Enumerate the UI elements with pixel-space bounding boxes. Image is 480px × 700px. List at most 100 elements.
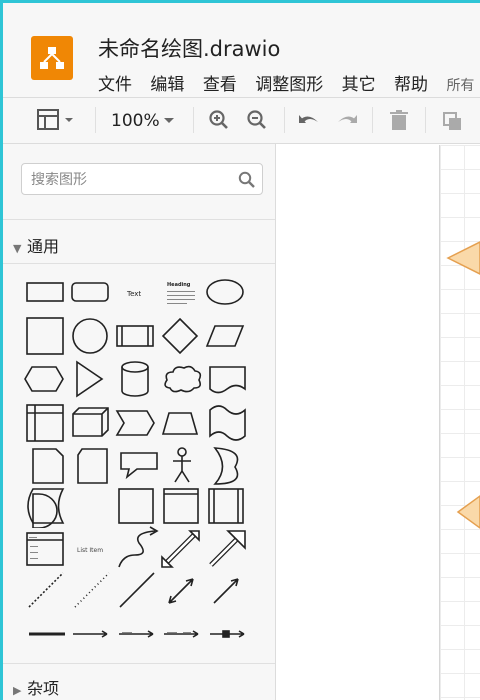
connector-label-text [167, 632, 177, 633]
menu-extras[interactable]: 其它 [342, 70, 376, 95]
menu-arrange[interactable]: 调整图形 [255, 70, 323, 95]
heading-shape-label[interactable]: Heading [167, 282, 191, 288]
parallelogram-shape[interactable] [205, 325, 245, 347]
callout-shape[interactable] [120, 452, 158, 480]
or-shape[interactable] [213, 447, 239, 485]
dashed-line-shape[interactable] [28, 572, 64, 608]
caret-down-icon: ▼ [13, 242, 22, 255]
dotted-line-shape[interactable] [74, 572, 110, 608]
link-shape[interactable] [73, 630, 108, 638]
directional-connector-shape[interactable] [213, 578, 239, 604]
square-shape[interactable] [26, 317, 64, 355]
curve-shape[interactable] [118, 530, 156, 568]
menu-edit[interactable]: 编辑 [150, 70, 184, 95]
toolbar-separator [425, 107, 426, 133]
toolbar-separator [95, 107, 96, 133]
process-shape[interactable] [116, 325, 154, 347]
undo-button[interactable] [296, 107, 322, 133]
shape-palette-lower: List Item [26, 488, 246, 638]
internal-storage-shape[interactable] [26, 404, 64, 442]
card-shape[interactable] [77, 448, 108, 484]
document-title[interactable]: 未命名绘图.drawio [98, 33, 280, 63]
redo-button[interactable] [334, 107, 360, 133]
drawio-logo [31, 36, 73, 80]
circle-shape[interactable] [72, 318, 108, 354]
connector-symbol [222, 630, 230, 638]
bidirectional-connector-shape[interactable] [168, 578, 194, 604]
to-front-icon [443, 112, 461, 130]
canvas-page[interactable] [439, 145, 480, 700]
chevron-down-icon [164, 118, 174, 123]
to-front-button[interactable] [441, 107, 465, 133]
step-shape[interactable] [115, 410, 155, 436]
data-storage-shape[interactable] [27, 488, 65, 524]
shape-search-input[interactable] [29, 169, 233, 191]
ellipse-shape[interactable] [206, 279, 244, 305]
menu-view[interactable]: 查看 [203, 70, 237, 95]
tape-shape[interactable] [209, 405, 246, 441]
delete-button[interactable] [387, 107, 411, 133]
format-panel-button[interactable] [36, 107, 80, 133]
toolbar-separator [193, 107, 194, 133]
menu-file[interactable]: 文件 [98, 70, 132, 95]
container-shape[interactable] [118, 488, 154, 524]
arrow-shape[interactable] [209, 530, 246, 567]
diamond-shape[interactable] [161, 317, 199, 355]
connector-with-labels-shape[interactable] [164, 630, 199, 638]
menu-help[interactable]: 帮助 [394, 70, 428, 95]
toolbar-separator [284, 107, 285, 133]
cylinder-shape[interactable] [121, 361, 149, 397]
actor-shape[interactable] [173, 447, 191, 483]
list-header-text [29, 537, 37, 538]
section-misc-header[interactable]: ▶ 杂项 [13, 675, 59, 699]
textbox-lines [167, 291, 195, 304]
connector-with-label-shape[interactable] [119, 630, 154, 638]
line-shape[interactable] [119, 572, 155, 608]
cube-shape[interactable] [72, 407, 109, 437]
list-row-text [30, 558, 38, 559]
canvas-shape[interactable] [446, 238, 480, 278]
toolbar: 100% [3, 98, 480, 144]
canvas-shape[interactable] [456, 490, 480, 534]
shapes-sidebar: ▼ 通用 [3, 144, 276, 700]
app-header: 未命名绘图.drawio 文件 编辑 查看 调整图形 其它 帮助 所有 [3, 3, 480, 98]
sidebar-divider [3, 663, 275, 664]
save-status[interactable]: 所有 [446, 75, 474, 95]
undo-icon [299, 115, 318, 123]
bidirectional-arrow-shape[interactable] [161, 530, 200, 568]
document-shape[interactable] [209, 366, 246, 394]
list-row-text [30, 552, 38, 553]
zoom-level[interactable]: 100% [111, 111, 160, 131]
cloud-shape[interactable] [164, 365, 202, 393]
search-icon[interactable] [238, 171, 256, 189]
menu-bar: 文件 编辑 查看 调整图形 其它 帮助 所有 [98, 70, 474, 95]
hexagon-shape[interactable] [24, 366, 64, 392]
shape-search-box [21, 163, 263, 195]
rounded-rectangle-shape[interactable] [71, 282, 109, 302]
caret-right-icon: ▶ [13, 684, 22, 697]
list-row-text [30, 546, 38, 547]
delete-icon [390, 110, 408, 130]
zoom-out-icon [247, 110, 266, 129]
swimlane-shape[interactable] [163, 488, 199, 524]
sidebar-divider [3, 219, 275, 220]
section-general-header[interactable]: ▼ 通用 [13, 233, 59, 257]
triangle-shape[interactable] [76, 360, 104, 398]
sidebar-divider [3, 263, 275, 264]
toolbar-separator [372, 107, 373, 133]
rectangle-shape[interactable] [26, 282, 64, 302]
zoom-in-icon [209, 110, 228, 129]
note-shape[interactable] [32, 448, 64, 484]
connector-label-text [183, 632, 191, 633]
format-panel-icon [37, 109, 73, 130]
section-general-label: 通用 [27, 237, 60, 256]
list-item-label[interactable]: List Item [77, 547, 103, 554]
zoom-dropdown[interactable] [163, 107, 177, 133]
section-misc-label: 杂项 [27, 679, 60, 698]
text-shape-label[interactable]: Text [126, 290, 141, 298]
redo-icon [338, 115, 357, 123]
vertical-container-shape[interactable] [208, 488, 244, 524]
trapezoid-shape[interactable] [161, 412, 199, 435]
zoom-in-button[interactable] [207, 107, 231, 133]
zoom-out-button[interactable] [245, 107, 269, 133]
